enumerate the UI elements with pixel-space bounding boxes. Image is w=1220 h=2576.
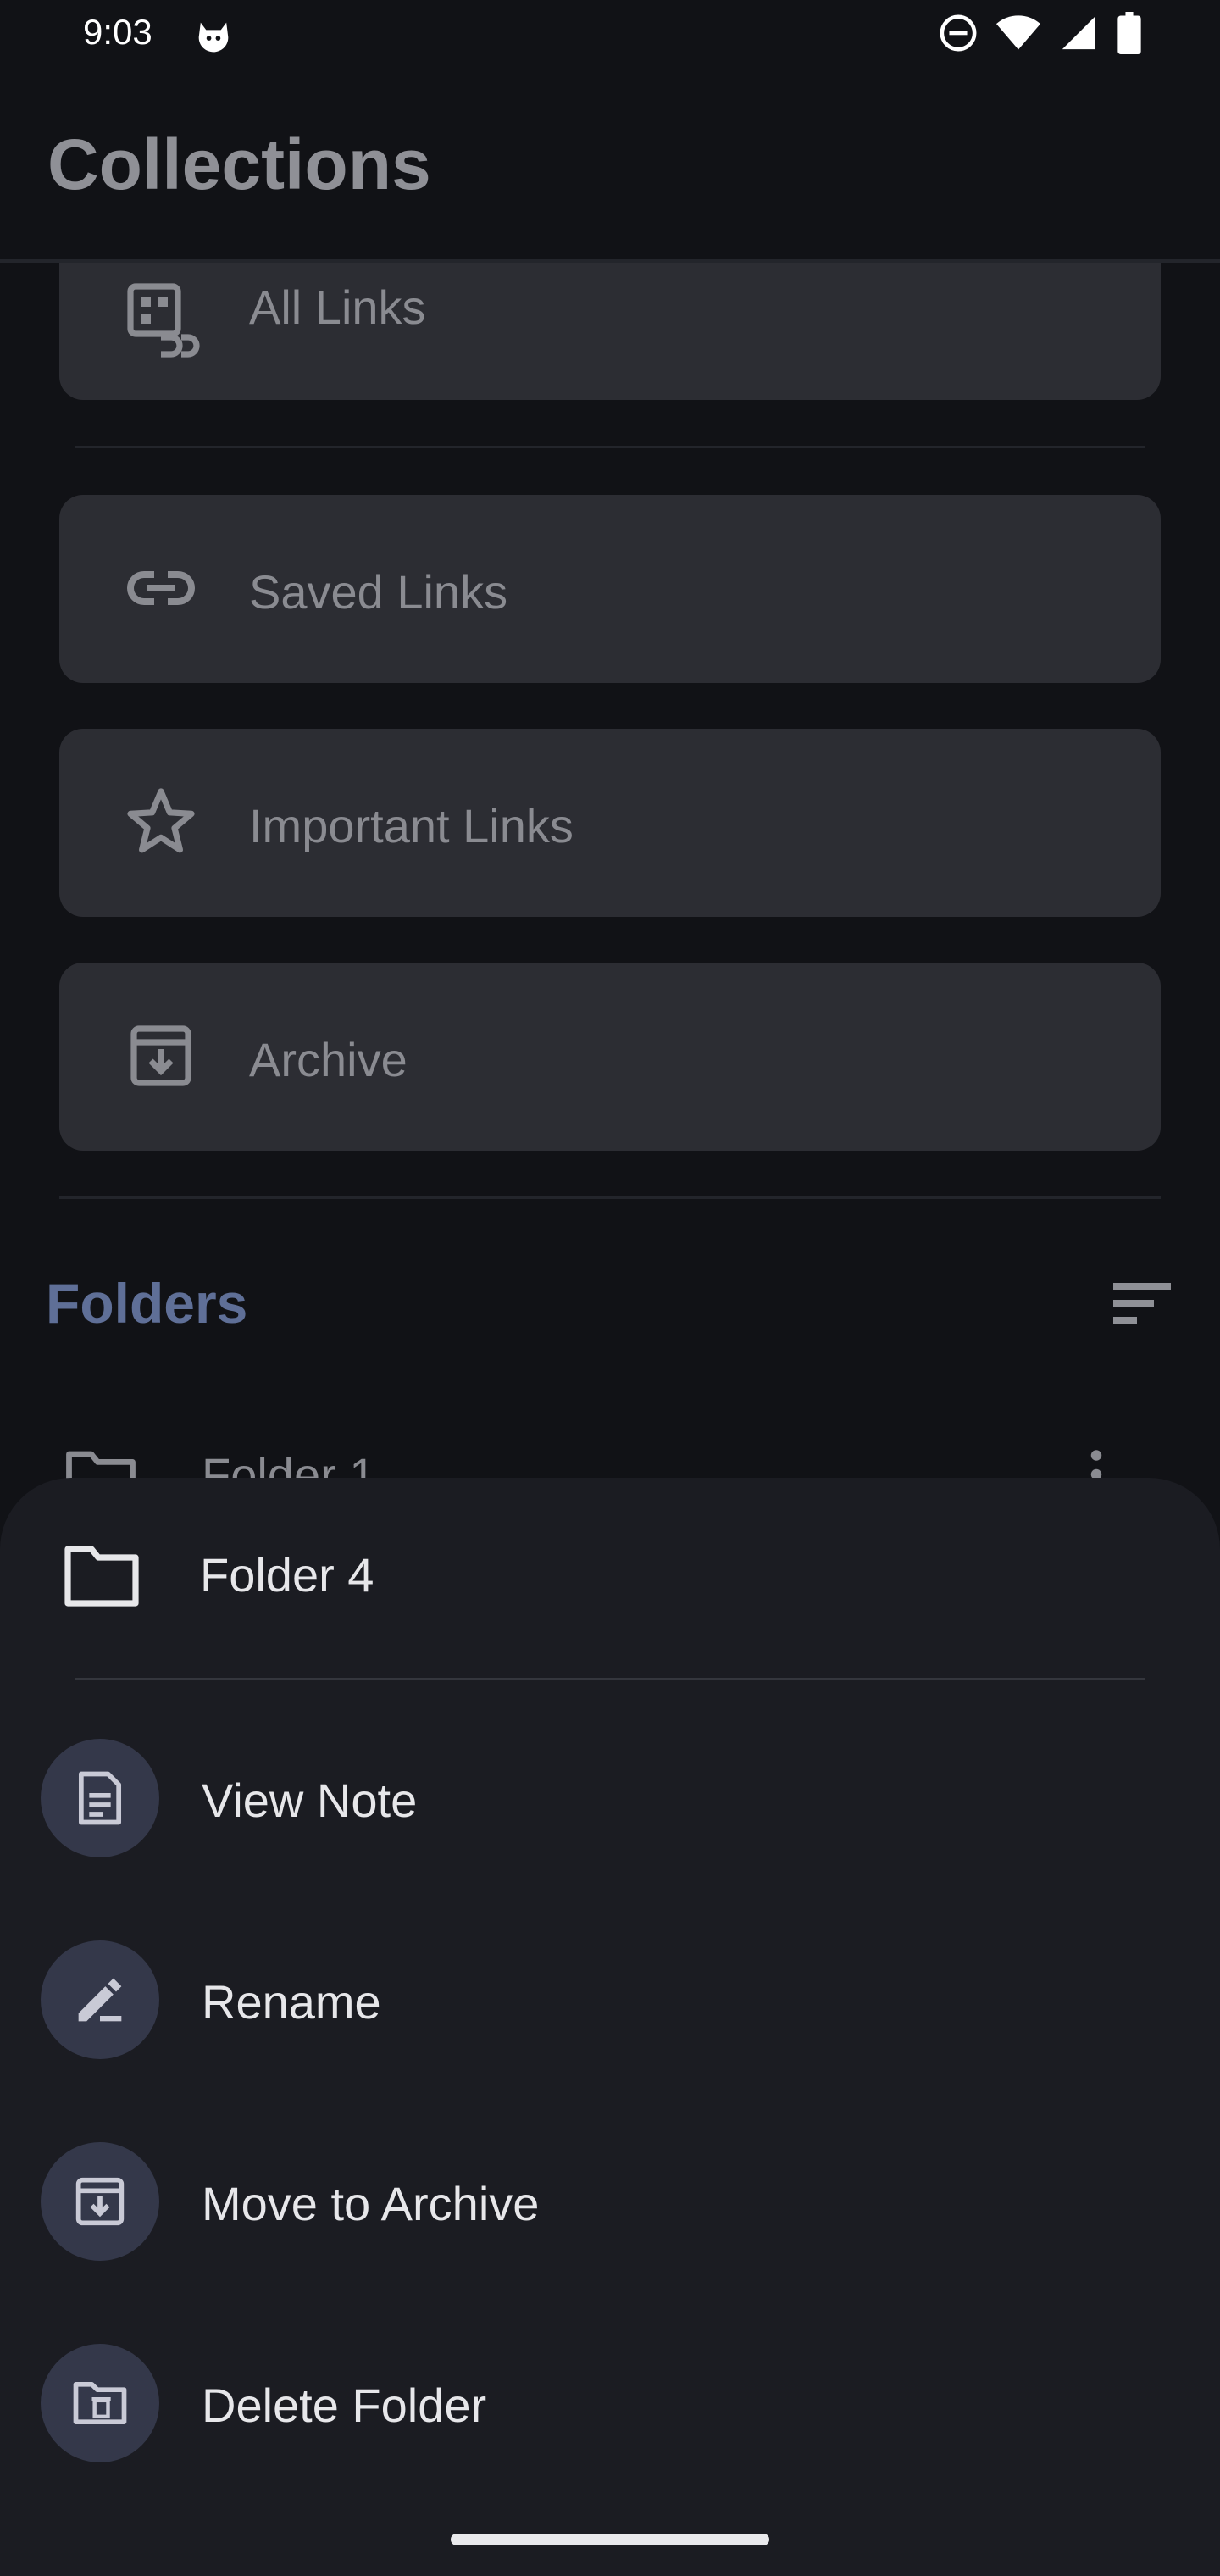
folders-section-title: Folders xyxy=(46,1272,248,1335)
cat-notification-icon xyxy=(198,22,229,53)
star-icon xyxy=(127,788,195,853)
view-note-button[interactable]: View Note xyxy=(41,1739,1176,1857)
collection-label: All Links xyxy=(249,280,426,334)
rename-button[interactable]: Rename xyxy=(41,1940,1176,2059)
sort-icon[interactable] xyxy=(1110,1278,1178,1329)
page-title: Collections xyxy=(47,125,431,204)
collection-label: Archive xyxy=(249,1033,408,1086)
sheet-folder-name: Folder 4 xyxy=(200,1548,374,1602)
wifi-icon xyxy=(996,15,1040,50)
collection-card-important-links[interactable]: Important Links xyxy=(59,729,1161,917)
home-indicator[interactable] xyxy=(451,2534,769,2545)
delete-folder-icon xyxy=(73,2381,127,2425)
signal-icon xyxy=(1062,16,1095,50)
edit-icon xyxy=(78,1978,122,2022)
action-icon-circle xyxy=(41,1940,159,2059)
link-icon xyxy=(127,571,195,605)
archive-icon xyxy=(75,2177,125,2226)
action-label: Rename xyxy=(202,1975,381,2029)
collection-label: Saved Links xyxy=(249,565,508,619)
divider xyxy=(75,446,1145,448)
note-icon xyxy=(78,1771,122,1825)
action-icon-circle xyxy=(41,2142,159,2261)
status-time: 9:03 xyxy=(83,12,152,52)
action-icon-circle xyxy=(41,2344,159,2462)
action-label: Delete Folder xyxy=(202,2379,487,2432)
folder-icon xyxy=(64,1546,139,1607)
all-links-icon xyxy=(127,283,200,358)
collection-card-saved-links[interactable]: Saved Links xyxy=(59,495,1161,683)
action-label: Move to Archive xyxy=(202,2177,540,2230)
delete-folder-button[interactable]: Delete Folder xyxy=(41,2344,1176,2462)
sheet-divider xyxy=(75,1678,1145,1680)
collection-card-all-links[interactable]: All Links xyxy=(59,263,1161,400)
battery-icon xyxy=(1117,12,1141,54)
divider xyxy=(59,1196,1161,1199)
status-icons xyxy=(939,12,1142,54)
collection-card-archive[interactable]: Archive xyxy=(59,963,1161,1151)
do-not-disturb-icon xyxy=(940,14,977,52)
move-to-archive-button[interactable]: Move to Archive xyxy=(41,2142,1176,2261)
collection-label: Important Links xyxy=(249,799,574,852)
action-label: View Note xyxy=(202,1774,418,1827)
action-icon-circle xyxy=(41,1739,159,1857)
archive-icon xyxy=(130,1025,191,1086)
